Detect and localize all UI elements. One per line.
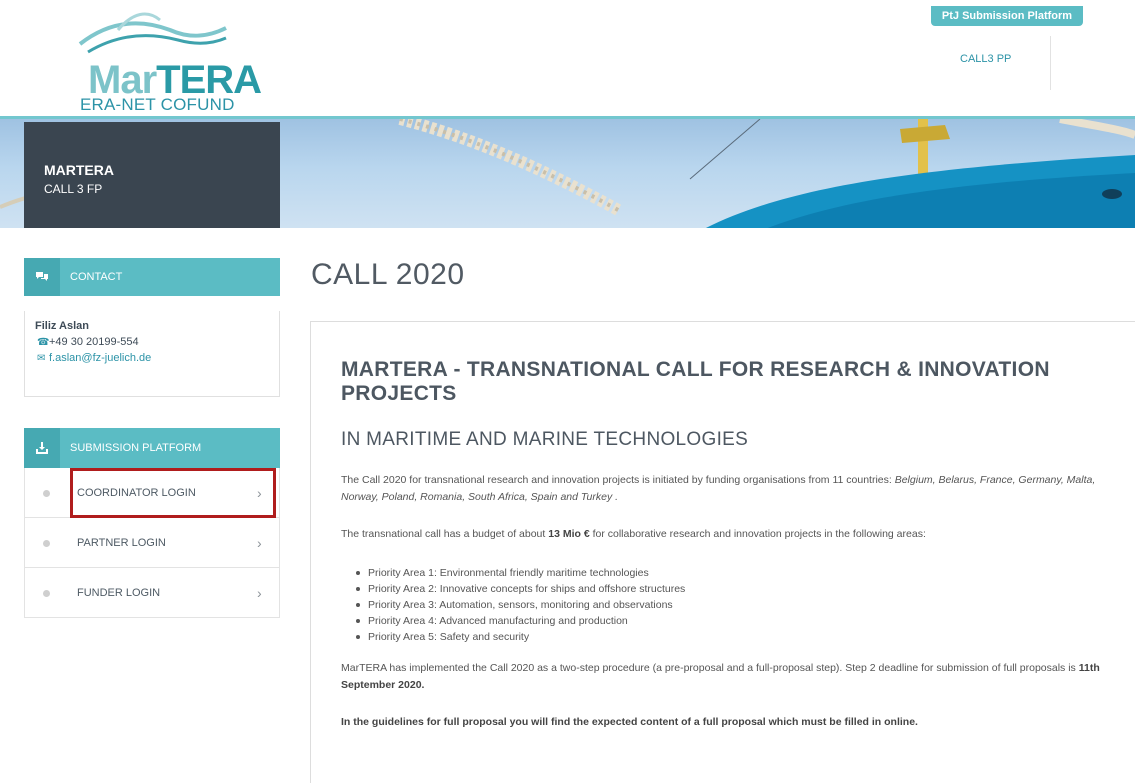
funder-login-item[interactable]: FUNDER LOGIN ›: [24, 568, 280, 618]
hero-banner: MARTERA CALL 3 FP: [0, 116, 1135, 228]
procedure-paragraph: MarTERA has implemented the Call 2020 as…: [341, 662, 1100, 691]
countries-paragraph: The Call 2020 for transnational research…: [341, 474, 1096, 503]
list-item: Priority Area 1: Environmental friendly …: [356, 565, 685, 581]
phone-icon: ☎: [37, 337, 50, 348]
contact-name: Filiz Aslan: [35, 320, 89, 332]
banner-title-box: MARTERA CALL 3 FP: [24, 122, 280, 228]
banner-subtitle: CALL 3 FP: [44, 182, 103, 196]
call-heading: MARTERA - TRANSNATIONAL CALL FOR RESEARC…: [341, 358, 1050, 405]
wave-logo-graphic: [78, 12, 227, 54]
partner-login-item[interactable]: PARTNER LOGIN ›: [24, 518, 280, 568]
nav-divider: [1050, 36, 1051, 90]
envelope-icon: ✉: [37, 353, 46, 364]
priority-areas-list: Priority Area 1: Environmental friendly …: [356, 565, 685, 645]
call-subheading: IN MARITIME AND MARINE TECHNOLOGIES: [341, 429, 749, 450]
submission-panel-header: SUBMISSION PLATFORM: [24, 428, 280, 468]
coordinator-login-label[interactable]: COORDINATOR LOGIN: [77, 468, 196, 518]
budget-paragraph: The transnational call has a budget of a…: [341, 528, 926, 540]
submission-heading: SUBMISSION PLATFORM: [70, 442, 202, 454]
martera-logo[interactable]: MarTERA ERA-NET COFUND: [78, 8, 262, 114]
funder-login-label[interactable]: FUNDER LOGIN: [77, 568, 160, 618]
submission-login-list: COORDINATOR LOGIN › PARTNER LOGIN › FUND…: [24, 468, 280, 618]
logo-subtitle: ERA-NET COFUND: [80, 95, 235, 114]
chat-bubbles-icon: [24, 258, 60, 296]
list-item: Priority Area 2: Innovative concepts for…: [356, 581, 685, 597]
chevron-right-icon: ›: [257, 535, 262, 551]
list-item: Priority Area 3: Automation, sensors, mo…: [356, 597, 685, 613]
contact-email-link[interactable]: f.aslan@fz-juelich.de: [49, 352, 151, 364]
guidelines-paragraph: In the guidelines for full proposal you …: [341, 716, 918, 728]
bullet-dot-icon: [43, 490, 50, 497]
contact-heading: CONTACT: [70, 271, 123, 283]
contact-panel-header: CONTACT: [24, 258, 280, 296]
contact-phone-row: ☎+49 30 20199-554: [37, 336, 139, 348]
ptj-submission-tab[interactable]: PtJ Submission Platform: [931, 6, 1083, 26]
budget-amount: 13 Mio €: [548, 528, 590, 540]
nav-link-call3pp[interactable]: CALL3 PP: [960, 53, 1011, 65]
bullet-dot-icon: [43, 540, 50, 547]
site-header: MarTERA ERA-NET COFUND PtJ Submission Pl…: [0, 0, 1135, 116]
contact-email-row[interactable]: ✉ f.aslan@fz-juelich.de: [37, 352, 151, 364]
list-item: Priority Area 4: Advanced manufacturing …: [356, 613, 685, 629]
chevron-right-icon: ›: [257, 585, 262, 601]
page-title: CALL 2020: [311, 258, 465, 291]
main-content-card: MARTERA - TRANSNATIONAL CALL FOR RESEARC…: [310, 321, 1135, 783]
download-tray-icon: [24, 428, 60, 468]
contact-phone: +49 30 20199-554: [49, 336, 139, 348]
partner-login-label[interactable]: PARTNER LOGIN: [77, 518, 166, 568]
coordinator-login-item[interactable]: COORDINATOR LOGIN ›: [24, 468, 280, 518]
logo-wordmark: MarTERA: [88, 58, 262, 102]
banner-title: MARTERA: [44, 162, 114, 178]
contact-card: Filiz Aslan ☎+49 30 20199-554 ✉ f.aslan@f…: [24, 311, 280, 397]
bullet-dot-icon: [43, 590, 50, 597]
list-item: Priority Area 5: Safety and security: [356, 629, 685, 645]
chevron-right-icon: ›: [257, 485, 262, 501]
